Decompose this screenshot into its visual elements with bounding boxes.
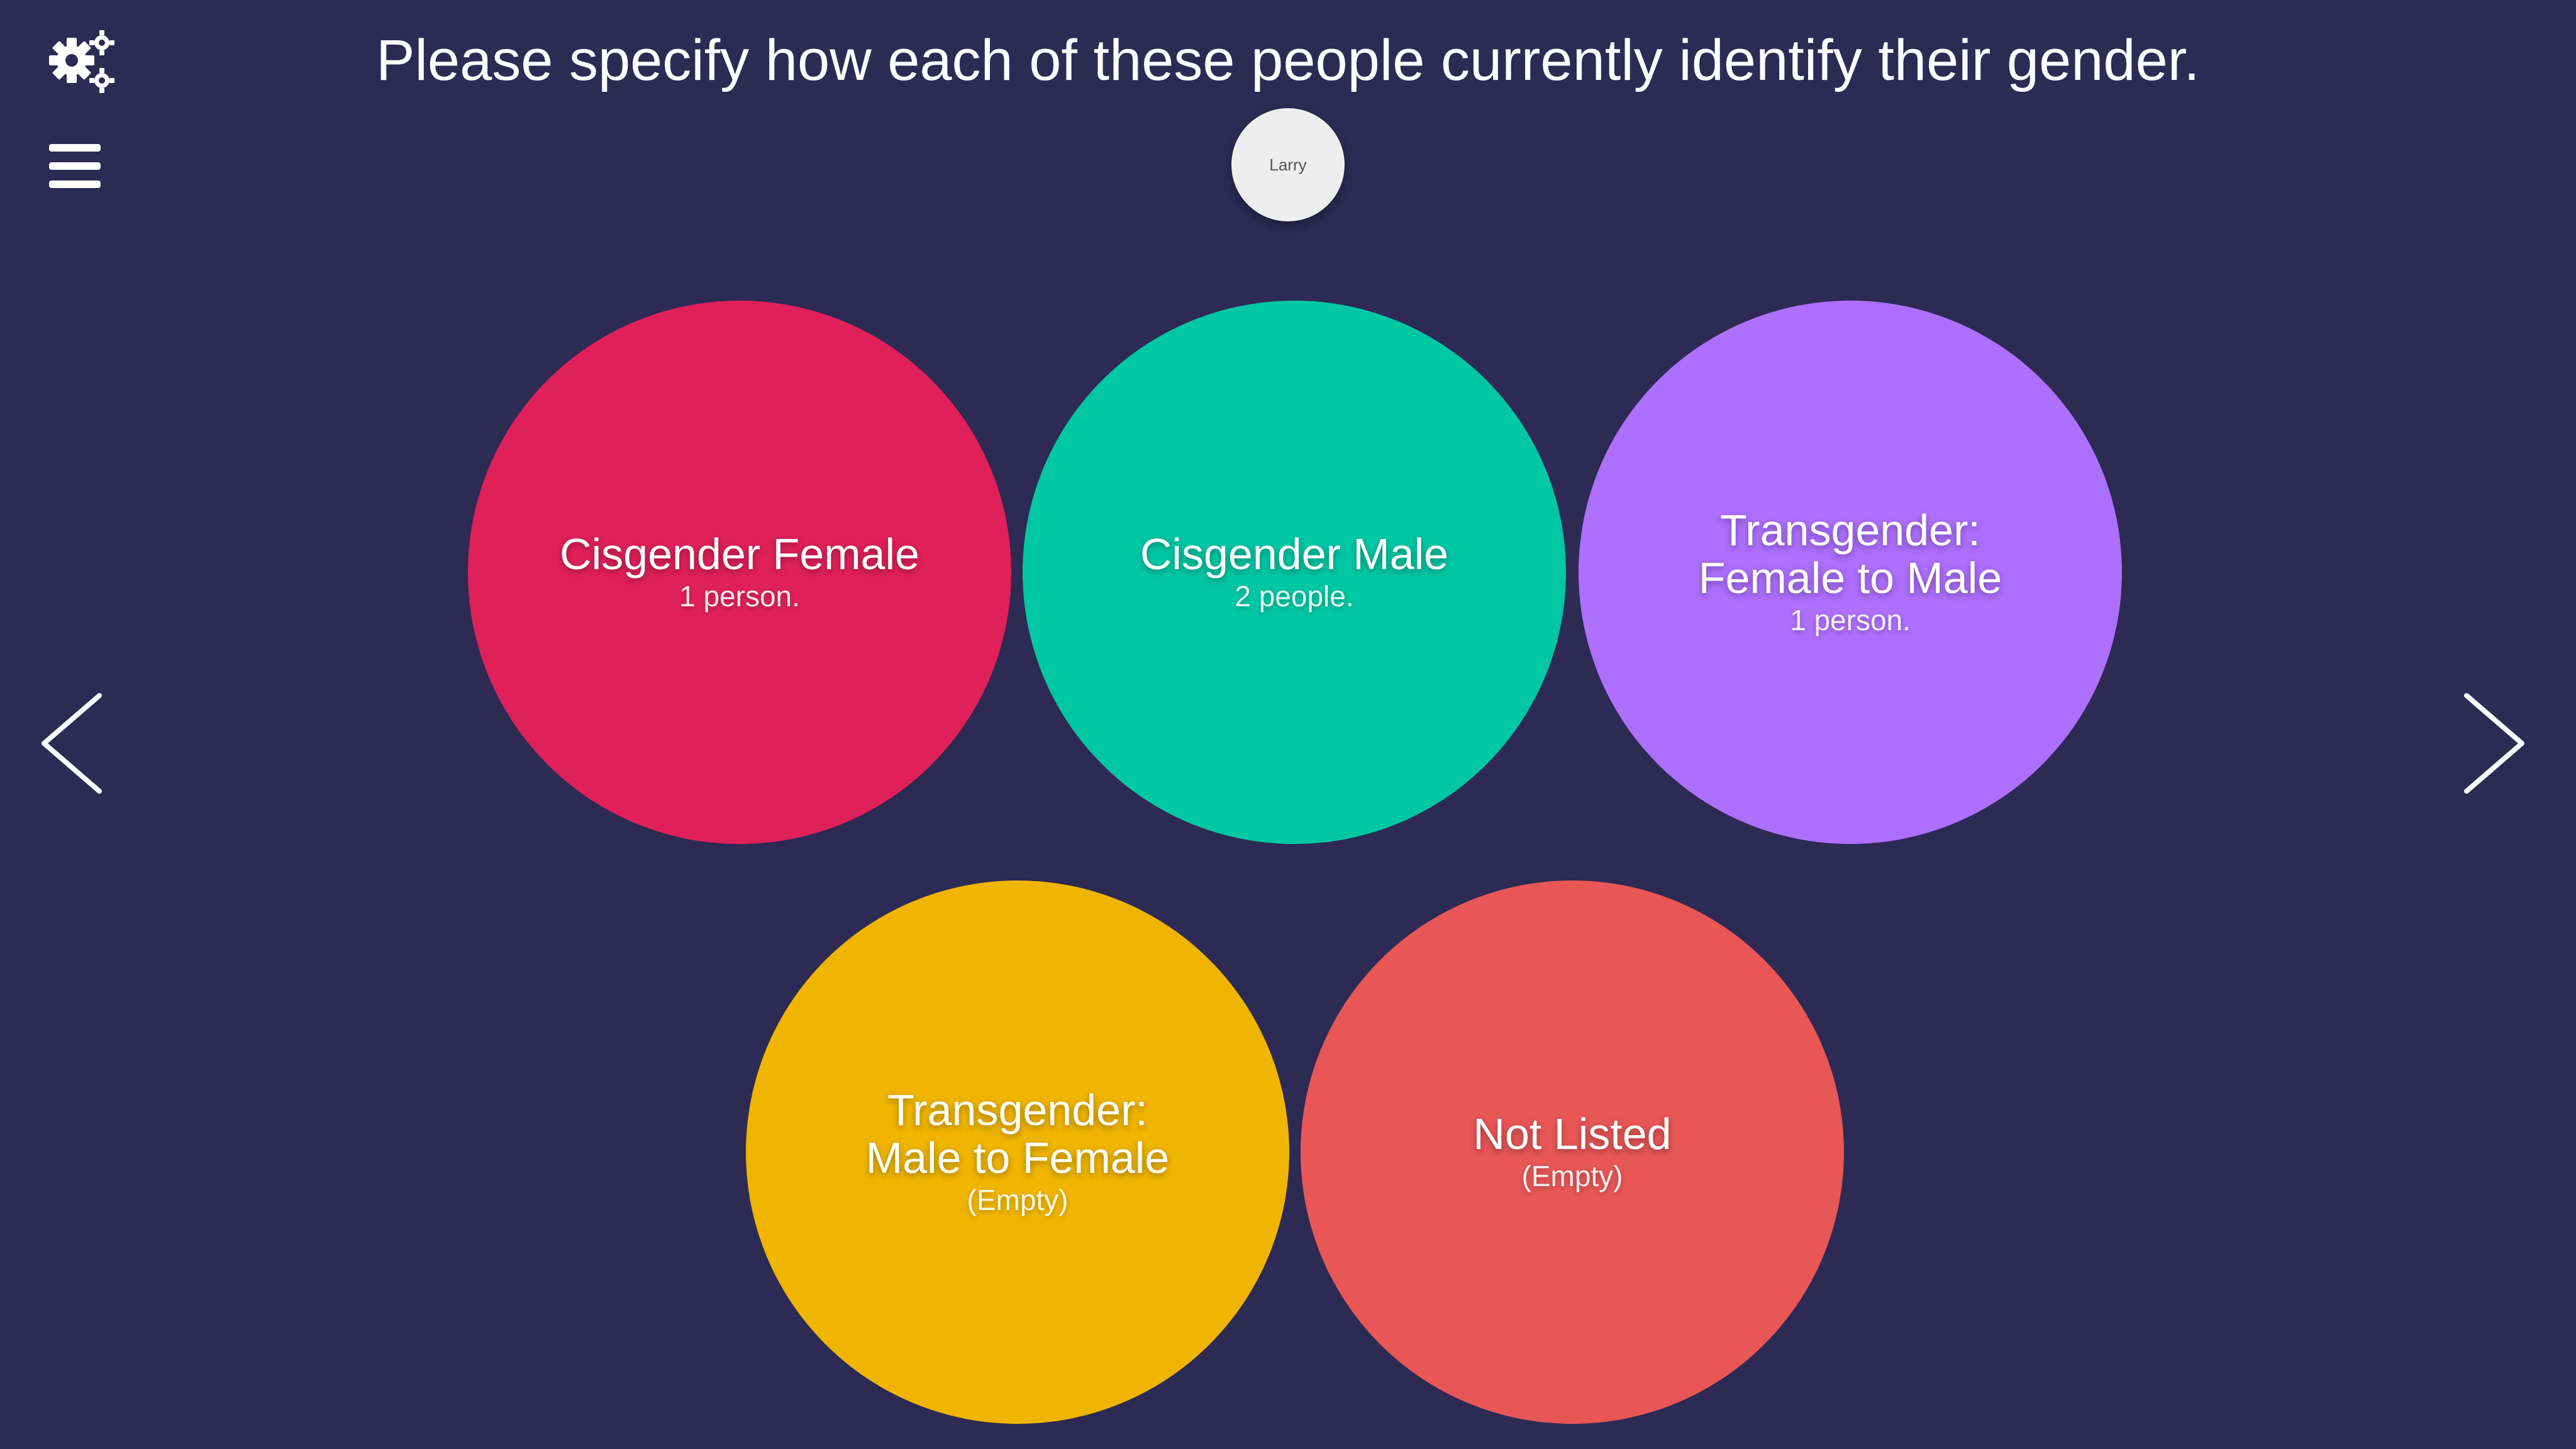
bin-count: 1 person.: [679, 580, 800, 613]
person-node[interactable]: Larry: [1231, 108, 1345, 221]
chevron-left-icon: [42, 693, 102, 794]
next-button[interactable]: [2459, 687, 2534, 800]
prompt-text: Please specify how each of these people …: [376, 28, 2200, 92]
bin-count: 2 people.: [1235, 580, 1354, 613]
bin-title: Transgender: Male to Female: [865, 1085, 1170, 1182]
chevron-right-icon: [2464, 693, 2524, 794]
person-label: Larry: [1269, 155, 1307, 174]
menu-button[interactable]: [47, 142, 104, 191]
category-bin-cisgender-female[interactable]: Cisgender Female 1 person.: [468, 301, 1011, 844]
hamburger-menu-icon: [49, 144, 101, 188]
previous-button[interactable]: [31, 687, 107, 800]
bin-count: (Empty): [967, 1184, 1069, 1216]
bin-title: Cisgender Female: [560, 530, 919, 579]
category-bin-transgender-female-to-male[interactable]: Transgender: Female to Male 1 person.: [1579, 301, 2122, 844]
interview-stage: Please specify how each of these people …: [0, 0, 2576, 1449]
category-bin-not-listed[interactable]: Not Listed (Empty): [1301, 880, 1844, 1424]
bin-count: (Empty): [1521, 1160, 1623, 1192]
bin-title: Cisgender Male: [1140, 530, 1449, 579]
category-bin-transgender-male-to-female[interactable]: Transgender: Male to Female (Empty): [746, 880, 1289, 1424]
category-bin-cisgender-male[interactable]: Cisgender Male 2 people.: [1023, 301, 1566, 844]
bin-title: Not Listed: [1473, 1109, 1672, 1158]
bin-count: 1 person.: [1790, 604, 1911, 636]
bin-title: Transgender: Female to Male: [1698, 506, 2002, 602]
